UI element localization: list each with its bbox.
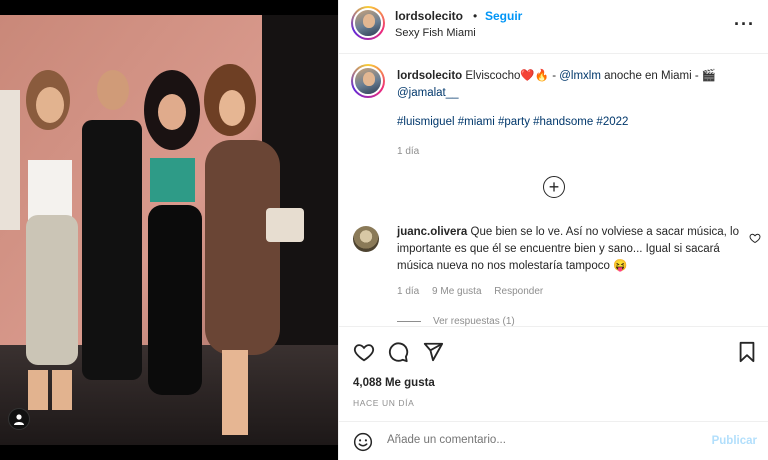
caption-text: lordsolecito Elviscocho❤️🔥 - @lmxlm anoc… bbox=[397, 68, 737, 102]
send-icon[interactable] bbox=[422, 341, 444, 363]
heart-outline-icon[interactable] bbox=[749, 232, 761, 244]
comment-meta: 1 día 9 Me gusta Responder bbox=[397, 286, 553, 297]
caption-body-1: Elviscocho❤️🔥 - bbox=[465, 70, 560, 82]
commenter-avatar[interactable] bbox=[353, 226, 379, 252]
comment-input[interactable] bbox=[387, 434, 687, 446]
comment-text: juanc.olivera Que bien se lo ve. Así no … bbox=[397, 224, 747, 275]
separator-dot: • bbox=[473, 9, 478, 23]
post-photo[interactable] bbox=[0, 0, 338, 460]
action-bar: 4,088 Me gusta HACE UN DÍA bbox=[339, 326, 768, 420]
post-sidebar: lordsolecito • Seguir Sexy Fish Miami ··… bbox=[338, 0, 768, 460]
user-tag-button[interactable] bbox=[8, 408, 30, 430]
reply-button[interactable]: Responder bbox=[494, 286, 543, 297]
bookmark-icon[interactable] bbox=[736, 341, 758, 363]
plus-circle-icon[interactable]: + bbox=[543, 176, 565, 198]
follow-button[interactable]: Seguir bbox=[485, 9, 522, 23]
view-replies-button[interactable]: Ver respuestas (1) bbox=[397, 316, 515, 326]
comment-like-count[interactable]: 9 Me gusta bbox=[432, 286, 481, 297]
caption-timestamp: 1 día bbox=[397, 146, 420, 157]
smiley-icon[interactable] bbox=[353, 432, 373, 452]
caption-hashtags[interactable]: #luismiguel #miami #party #handsome #202… bbox=[397, 116, 628, 128]
person-icon bbox=[14, 414, 24, 425]
author-username[interactable]: lordsolecito bbox=[395, 9, 463, 23]
post-timestamp: HACE UN DÍA bbox=[353, 398, 415, 408]
comment-composer: Publicar bbox=[339, 421, 768, 460]
caption-username[interactable]: lordsolecito bbox=[397, 70, 462, 82]
more-horizontal-icon[interactable]: ··· bbox=[734, 14, 755, 35]
publish-button[interactable]: Publicar bbox=[712, 435, 757, 447]
comment-timestamp: 1 día bbox=[397, 286, 420, 297]
like-count[interactable]: 4,088 Me gusta bbox=[353, 377, 435, 389]
comment-icon[interactable] bbox=[387, 341, 409, 363]
divider-line bbox=[397, 321, 421, 322]
comments-section[interactable]: lordsolecito Elviscocho❤️🔥 - @lmxlm anoc… bbox=[339, 54, 768, 326]
location-link[interactable]: Sexy Fish Miami bbox=[395, 27, 476, 39]
commenter-username[interactable]: juanc.olivera bbox=[397, 226, 467, 238]
mention-link[interactable]: @jamalat__ bbox=[397, 87, 459, 99]
author-avatar[interactable] bbox=[351, 6, 385, 40]
heart-icon[interactable] bbox=[353, 341, 375, 363]
mention-link[interactable]: @lmxlm bbox=[559, 70, 601, 82]
photo-scene bbox=[0, 0, 338, 460]
caption-body-2: anoche en Miami - 🎬 bbox=[600, 70, 717, 82]
caption-avatar[interactable] bbox=[351, 64, 385, 98]
view-replies-label: Ver respuestas (1) bbox=[433, 316, 515, 326]
post-header: lordsolecito • Seguir Sexy Fish Miami ··… bbox=[339, 0, 768, 54]
